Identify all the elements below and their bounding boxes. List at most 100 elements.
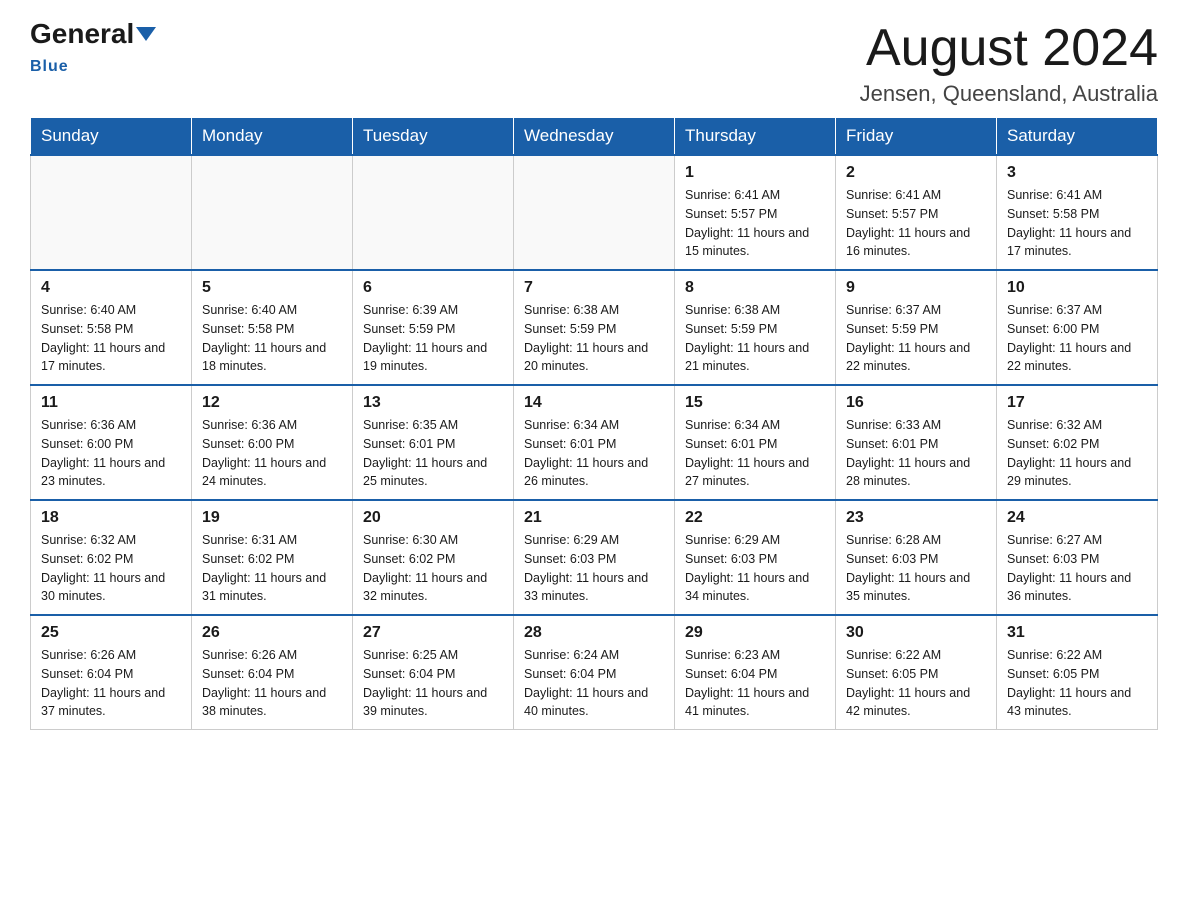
calendar-cell: 13 Sunrise: 6:35 AM Sunset: 6:01 PM Dayli… [353,385,514,500]
day-number: 14 [524,394,664,412]
calendar-week-4: 18 Sunrise: 6:32 AM Sunset: 6:02 PM Dayli… [31,500,1158,615]
day-number: 20 [363,509,503,527]
day-info: Sunrise: 6:22 AM Sunset: 6:05 PM Dayligh… [1007,646,1147,721]
day-number: 15 [685,394,825,412]
day-number: 25 [41,624,181,642]
day-info: Sunrise: 6:41 AM Sunset: 5:57 PM Dayligh… [685,186,825,261]
day-info: Sunrise: 6:36 AM Sunset: 6:00 PM Dayligh… [202,416,342,491]
calendar-cell [31,155,192,270]
logo-general: General [30,18,134,49]
calendar-cell: 7 Sunrise: 6:38 AM Sunset: 5:59 PM Daylig… [514,270,675,385]
day-info: Sunrise: 6:35 AM Sunset: 6:01 PM Dayligh… [363,416,503,491]
month-title: August 2024 [860,20,1158,77]
day-info: Sunrise: 6:27 AM Sunset: 6:03 PM Dayligh… [1007,531,1147,606]
day-number: 5 [202,279,342,297]
calendar-cell: 22 Sunrise: 6:29 AM Sunset: 6:03 PM Dayli… [675,500,836,615]
day-number: 9 [846,279,986,297]
day-number: 31 [1007,624,1147,642]
day-number: 7 [524,279,664,297]
day-info: Sunrise: 6:29 AM Sunset: 6:03 PM Dayligh… [524,531,664,606]
day-number: 21 [524,509,664,527]
calendar-cell: 8Sunrise: 6:38 AM Sunset: 5:59 PM Daylig… [675,270,836,385]
calendar-cell: 15 Sunrise: 6:34 AM Sunset: 6:01 PM Dayli… [675,385,836,500]
calendar-cell: 27 Sunrise: 6:25 AM Sunset: 6:04 PM Dayli… [353,615,514,730]
day-info: Sunrise: 6:32 AM Sunset: 6:02 PM Dayligh… [41,531,181,606]
calendar-cell: 14Sunrise: 6:34 AM Sunset: 6:01 PM Dayli… [514,385,675,500]
header-friday: Friday [836,118,997,156]
calendar-cell: 31 Sunrise: 6:22 AM Sunset: 6:05 PM Dayli… [997,615,1158,730]
calendar-cell: 26 Sunrise: 6:26 AM Sunset: 6:04 PM Dayli… [192,615,353,730]
day-info: Sunrise: 6:31 AM Sunset: 6:02 PM Dayligh… [202,531,342,606]
day-info: Sunrise: 6:29 AM Sunset: 6:03 PM Dayligh… [685,531,825,606]
day-number: 28 [524,624,664,642]
calendar-table: SundayMondayTuesdayWednesdayThursdayFrid… [30,117,1158,730]
day-number: 23 [846,509,986,527]
day-number: 6 [363,279,503,297]
calendar-cell [514,155,675,270]
day-number: 18 [41,509,181,527]
day-info: Sunrise: 6:36 AM Sunset: 6:00 PM Dayligh… [41,416,181,491]
calendar-cell: 23 Sunrise: 6:28 AM Sunset: 6:03 PM Dayli… [836,500,997,615]
calendar-cell: 29Sunrise: 6:23 AM Sunset: 6:04 PM Dayli… [675,615,836,730]
day-info: Sunrise: 6:26 AM Sunset: 6:04 PM Dayligh… [202,646,342,721]
day-number: 13 [363,394,503,412]
day-number: 1 [685,164,825,182]
calendar-cell: 3Sunrise: 6:41 AM Sunset: 5:58 PM Daylig… [997,155,1158,270]
calendar-cell: 16 Sunrise: 6:33 AM Sunset: 6:01 PM Dayli… [836,385,997,500]
day-number: 2 [846,164,986,182]
day-info: Sunrise: 6:37 AM Sunset: 5:59 PM Dayligh… [846,301,986,376]
calendar-cell: 17 Sunrise: 6:32 AM Sunset: 6:02 PM Dayli… [997,385,1158,500]
header-sunday: Sunday [31,118,192,156]
calendar-cell: 24Sunrise: 6:27 AM Sunset: 6:03 PM Dayli… [997,500,1158,615]
day-number: 10 [1007,279,1147,297]
calendar-cell: 9 Sunrise: 6:37 AM Sunset: 5:59 PM Daylig… [836,270,997,385]
calendar-cell: 28 Sunrise: 6:24 AM Sunset: 6:04 PM Dayli… [514,615,675,730]
page-header: General Blue August 2024 Jensen, Queensl… [30,20,1158,107]
calendar-week-3: 11 Sunrise: 6:36 AM Sunset: 6:00 PM Dayli… [31,385,1158,500]
logo-text: General Blue [30,20,156,76]
day-number: 30 [846,624,986,642]
logo: General Blue [30,20,156,76]
day-info: Sunrise: 6:25 AM Sunset: 6:04 PM Dayligh… [363,646,503,721]
day-info: Sunrise: 6:38 AM Sunset: 5:59 PM Dayligh… [524,301,664,376]
calendar-cell: 1 Sunrise: 6:41 AM Sunset: 5:57 PM Daylig… [675,155,836,270]
day-number: 3 [1007,164,1147,182]
calendar-week-1: 1 Sunrise: 6:41 AM Sunset: 5:57 PM Daylig… [31,155,1158,270]
day-number: 29 [685,624,825,642]
day-info: Sunrise: 6:39 AM Sunset: 5:59 PM Dayligh… [363,301,503,376]
header-monday: Monday [192,118,353,156]
day-number: 4 [41,279,181,297]
calendar-cell: 4 Sunrise: 6:40 AM Sunset: 5:58 PM Daylig… [31,270,192,385]
day-info: Sunrise: 6:40 AM Sunset: 5:58 PM Dayligh… [41,301,181,376]
day-info: Sunrise: 6:26 AM Sunset: 6:04 PM Dayligh… [41,646,181,721]
calendar-cell [192,155,353,270]
day-number: 27 [363,624,503,642]
calendar-cell: 21 Sunrise: 6:29 AM Sunset: 6:03 PM Dayli… [514,500,675,615]
day-info: Sunrise: 6:37 AM Sunset: 6:00 PM Dayligh… [1007,301,1147,376]
calendar-week-2: 4 Sunrise: 6:40 AM Sunset: 5:58 PM Daylig… [31,270,1158,385]
day-number: 22 [685,509,825,527]
logo-blue: Blue [30,58,69,75]
calendar-cell: 19Sunrise: 6:31 AM Sunset: 6:02 PM Dayli… [192,500,353,615]
header-tuesday: Tuesday [353,118,514,156]
day-number: 11 [41,394,181,412]
logo-arrow-icon [136,27,156,41]
day-info: Sunrise: 6:28 AM Sunset: 6:03 PM Dayligh… [846,531,986,606]
day-info: Sunrise: 6:33 AM Sunset: 6:01 PM Dayligh… [846,416,986,491]
calendar-cell: 11 Sunrise: 6:36 AM Sunset: 6:00 PM Dayli… [31,385,192,500]
day-info: Sunrise: 6:32 AM Sunset: 6:02 PM Dayligh… [1007,416,1147,491]
day-number: 16 [846,394,986,412]
header-thursday: Thursday [675,118,836,156]
calendar-cell: 25 Sunrise: 6:26 AM Sunset: 6:04 PM Dayli… [31,615,192,730]
day-number: 26 [202,624,342,642]
calendar-cell [353,155,514,270]
day-info: Sunrise: 6:22 AM Sunset: 6:05 PM Dayligh… [846,646,986,721]
header-saturday: Saturday [997,118,1158,156]
day-info: Sunrise: 6:34 AM Sunset: 6:01 PM Dayligh… [685,416,825,491]
location: Jensen, Queensland, Australia [860,81,1158,107]
day-info: Sunrise: 6:41 AM Sunset: 5:57 PM Dayligh… [846,186,986,261]
calendar-cell: 20Sunrise: 6:30 AM Sunset: 6:02 PM Dayli… [353,500,514,615]
day-number: 12 [202,394,342,412]
day-number: 17 [1007,394,1147,412]
day-info: Sunrise: 6:24 AM Sunset: 6:04 PM Dayligh… [524,646,664,721]
